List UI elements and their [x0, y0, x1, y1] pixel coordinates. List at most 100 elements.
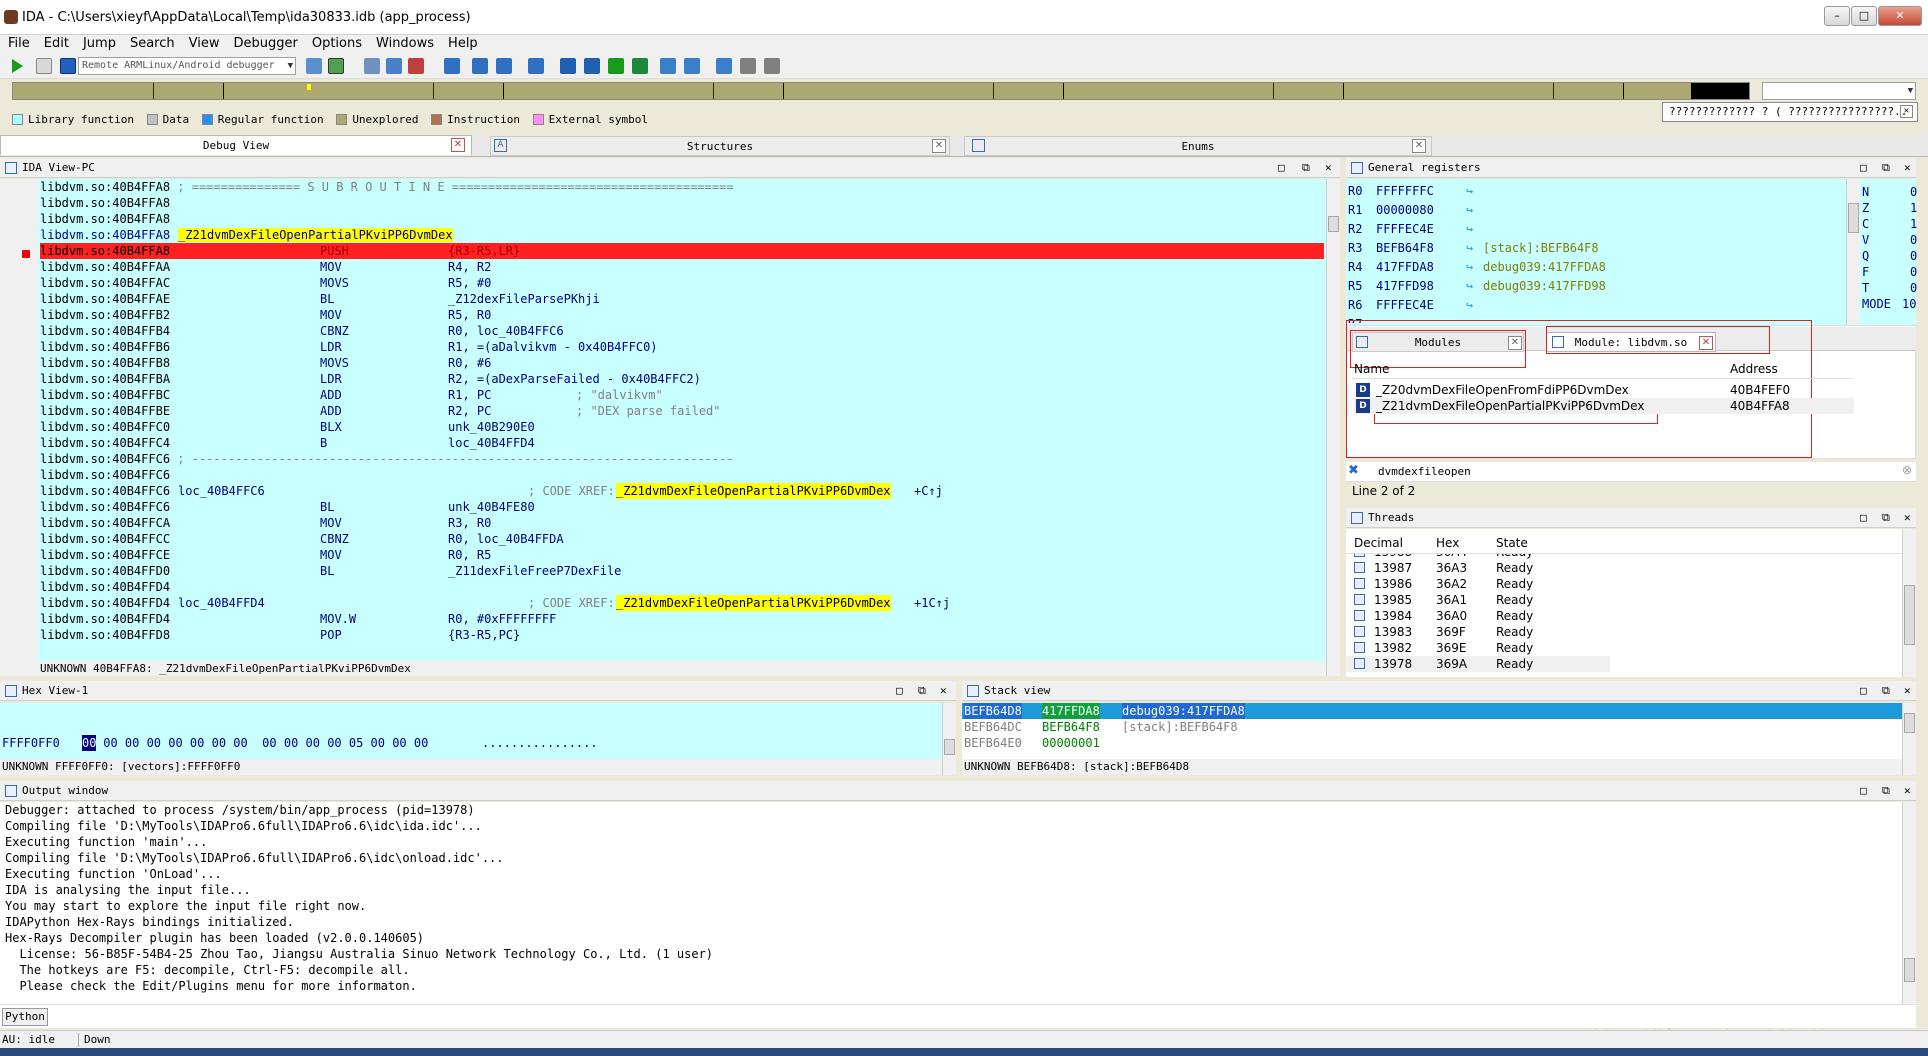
- register-arrow-icon[interactable]: ↪: [1466, 296, 1473, 315]
- disasm-line[interactable]: libdvm.so:40B4FFBC ADD R1, PC ; "dalvikvm": [40, 387, 1324, 403]
- register-row[interactable]: R1 00000080 ↪: [1348, 201, 1473, 220]
- float-icon[interactable]: ⧉: [1882, 781, 1890, 801]
- close-icon[interactable]: ✕: [1904, 158, 1911, 178]
- disasm-line[interactable]: libdvm.so:40B4FFB2 MOV R5, R0: [40, 307, 1324, 323]
- tab-structures[interactable]: Structures: [490, 136, 950, 156]
- instruction-operands[interactable]: R2, =(aDexParseFailed - 0x40B4FFC2): [448, 371, 701, 387]
- instruction-operands[interactable]: R5, #0: [448, 275, 491, 291]
- instruction-operands[interactable]: R0, #6: [448, 355, 491, 371]
- hex-cursor-byte[interactable]: 00: [82, 735, 97, 751]
- instruction-operands[interactable]: R4, R2: [448, 259, 491, 275]
- col-address-header[interactable]: Address: [1730, 362, 1778, 376]
- disasm-line[interactable]: libdvm.so:40B4FFA8: [40, 195, 1324, 211]
- float-icon[interactable]: ⧉: [1882, 681, 1890, 701]
- delete-breakpoint-icon[interactable]: [408, 58, 424, 74]
- disasm-line[interactable]: libdvm.so:40B4FFC6 BL unk_40B4FE80: [40, 499, 1324, 515]
- instruction-operands[interactable]: unk_40B4FE80: [448, 499, 535, 515]
- disasm-line[interactable]: libdvm.so:40B4FFB4 CBNZ R0, loc_40B4FFC6: [40, 323, 1324, 339]
- float-icon[interactable]: ⧉: [1882, 158, 1890, 178]
- disasm-line[interactable]: libdvm.so:40B4FFC0 BLX unk_40B290E0: [40, 419, 1324, 435]
- thread-row[interactable]: 13987 36A3 Ready: [1346, 560, 1610, 576]
- col-decimal-header[interactable]: Decimal: [1354, 536, 1403, 550]
- threads-icon[interactable]: [740, 58, 756, 74]
- minimize-button[interactable]: –: [1824, 6, 1850, 26]
- flag-row[interactable]: T0: [1862, 280, 1917, 296]
- restore-icon[interactable]: □: [896, 681, 903, 701]
- disasm-line[interactable]: libdvm.so:40B4FFAA MOV R4, R2: [40, 259, 1324, 275]
- close-icon[interactable]: ✕: [451, 138, 465, 152]
- instruction-operands[interactable]: _Z12dexFileParsePKhji: [448, 291, 600, 307]
- scrollbar-thumb[interactable]: [1848, 203, 1859, 233]
- instruction-operands[interactable]: unk_40B290E0: [448, 419, 535, 435]
- col-name-header[interactable]: Name: [1354, 362, 1389, 376]
- close-icon[interactable]: ✕: [1904, 781, 1911, 801]
- register-pointer[interactable]: debug039:417FFDA8: [1483, 258, 1606, 277]
- col-state-header[interactable]: State: [1496, 536, 1528, 550]
- resume-icon[interactable]: [608, 58, 624, 74]
- register-value[interactable]: FFFFEC4E: [1376, 220, 1434, 239]
- register-value[interactable]: FFFFEC4E: [1376, 296, 1434, 315]
- run-to-cursor-icon[interactable]: [496, 58, 512, 74]
- register-arrow-icon[interactable]: ↪: [1466, 239, 1473, 258]
- menu-search[interactable]: Search: [123, 35, 182, 53]
- menu-edit[interactable]: Edit: [37, 35, 76, 53]
- menu-file[interactable]: File: [0, 35, 37, 53]
- register-arrow-icon[interactable]: ↪: [1466, 258, 1473, 277]
- close-icon[interactable]: ✕: [1904, 681, 1911, 701]
- close-icon[interactable]: ✕: [940, 681, 947, 701]
- disassembly-scrollbar[interactable]: [1326, 179, 1340, 676]
- register-row[interactable]: R5 417FFD98 ↪ debug039:417FFD98: [1348, 277, 1606, 296]
- flag-row[interactable]: MODE 10: [1862, 296, 1916, 312]
- step-out-icon[interactable]: [528, 58, 544, 74]
- close-icon[interactable]: ✕: [932, 139, 946, 153]
- register-pointer[interactable]: [stack]:BEFB64F8: [1483, 239, 1599, 258]
- flag-row[interactable]: Z1: [1862, 200, 1917, 216]
- disasm-line[interactable]: libdvm.so:40B4FFD0 BL _Z11dexFileFreeP7Dex…: [40, 563, 1324, 579]
- function-trace-icon[interactable]: [584, 58, 600, 74]
- disasm-line[interactable]: libdvm.so:40B4FFC6 ; -------------------…: [40, 451, 1324, 467]
- stack-value[interactable]: BEFB64F8: [1042, 719, 1100, 735]
- menu-windows[interactable]: Windows: [369, 35, 441, 53]
- maximize-button[interactable]: □: [1851, 6, 1877, 26]
- instruction-operands[interactable]: R1, PC: [448, 387, 491, 403]
- disasm-line[interactable]: libdvm.so:40B4FFD4: [40, 579, 1324, 595]
- module-row[interactable]: D _Z20dvmDexFileOpenFromFdiPP6DvmDex 40B4F…: [1354, 382, 1854, 398]
- command-input[interactable]: [52, 1008, 1912, 1026]
- instruction-operands[interactable]: R0, loc_40B4FFDA: [448, 531, 564, 547]
- float-icon[interactable]: ⧉: [918, 681, 926, 701]
- disassembly-listing[interactable]: libdvm.so:40B4FFA8 ; =============== S U…: [38, 179, 1326, 661]
- disasm-line[interactable]: libdvm.so:40B4FFB8 MOVS R0, #6: [40, 355, 1324, 371]
- register-row[interactable]: R4 417FFDA8 ↪ debug039:417FFDA8: [1348, 258, 1606, 277]
- filter-close-icon[interactable]: ✖: [1348, 463, 1359, 478]
- register-value[interactable]: FFFFFFFC: [1376, 182, 1434, 201]
- pause-icon[interactable]: [36, 58, 52, 74]
- instruction-operands[interactable]: R1, =(aDalvikvm - 0x40B4FFC0): [448, 339, 658, 355]
- close-icon[interactable]: ✕: [1412, 139, 1426, 153]
- register-row[interactable]: R0 FFFFFFFC ↪: [1348, 182, 1473, 201]
- disasm-line[interactable]: libdvm.so:40B4FFCC CBNZ R0, loc_40B4FFDA: [40, 531, 1324, 547]
- disasm-line[interactable]: libdvm.so:40B4FFAE BL _Z12dexFileParsePKhj…: [40, 291, 1324, 307]
- restore-icon[interactable]: □: [1860, 681, 1867, 701]
- col-hex-header[interactable]: Hex: [1436, 536, 1459, 550]
- breakpoints-icon[interactable]: [364, 58, 380, 74]
- stack-row[interactable]: BEFB64D8 417FFDA8 debug039:417FFDA8: [962, 703, 1902, 719]
- thread-row[interactable]: 13982 369E Ready: [1346, 640, 1610, 656]
- stack-list[interactable]: BEFB64D8 417FFDA8 debug039:417FFDA8 BEFB64D…: [962, 703, 1902, 759]
- disasm-line[interactable]: libdvm.so:40B4FFA8: [40, 211, 1324, 227]
- flag-row[interactable]: V0: [1862, 232, 1917, 248]
- disasm-line[interactable]: libdvm.so:40B4FFD4 loc_40B4FFD4 ; CODE XRE…: [40, 595, 1324, 611]
- stack-value[interactable]: 00000001: [1042, 735, 1100, 751]
- register-row[interactable]: R2 FFFFEC4E ↪: [1348, 220, 1473, 239]
- step-icon[interactable]: [386, 58, 402, 74]
- restore-icon[interactable]: □: [1860, 781, 1867, 801]
- filter-input[interactable]: dvmdexfileopen: [1378, 465, 1471, 478]
- register-value[interactable]: 00000080: [1376, 201, 1434, 220]
- xref-link[interactable]: _Z21dvmDexFileOpenPartialPKviPP6DvmDex: [616, 483, 891, 499]
- instruction-operands[interactable]: {R3-R5,PC}: [448, 627, 520, 643]
- disasm-line[interactable]: libdvm.so:40B4FFA8 _Z21dvmDexFileOpenPart…: [40, 227, 1324, 243]
- disasm-line[interactable]: libdvm.so:40B4FFD8 POP {R3-R5,PC}: [40, 627, 1324, 643]
- xref-link[interactable]: _Z21dvmDexFileOpenPartialPKviPP6DvmDex: [616, 595, 891, 611]
- thread-row[interactable]: 13984 36A0 Ready: [1346, 608, 1610, 624]
- register-row[interactable]: R6 FFFFEC4E ↪: [1348, 296, 1473, 315]
- function-label[interactable]: _Z21dvmDexFileOpenPartialPKviPP6DvmDex: [178, 228, 453, 242]
